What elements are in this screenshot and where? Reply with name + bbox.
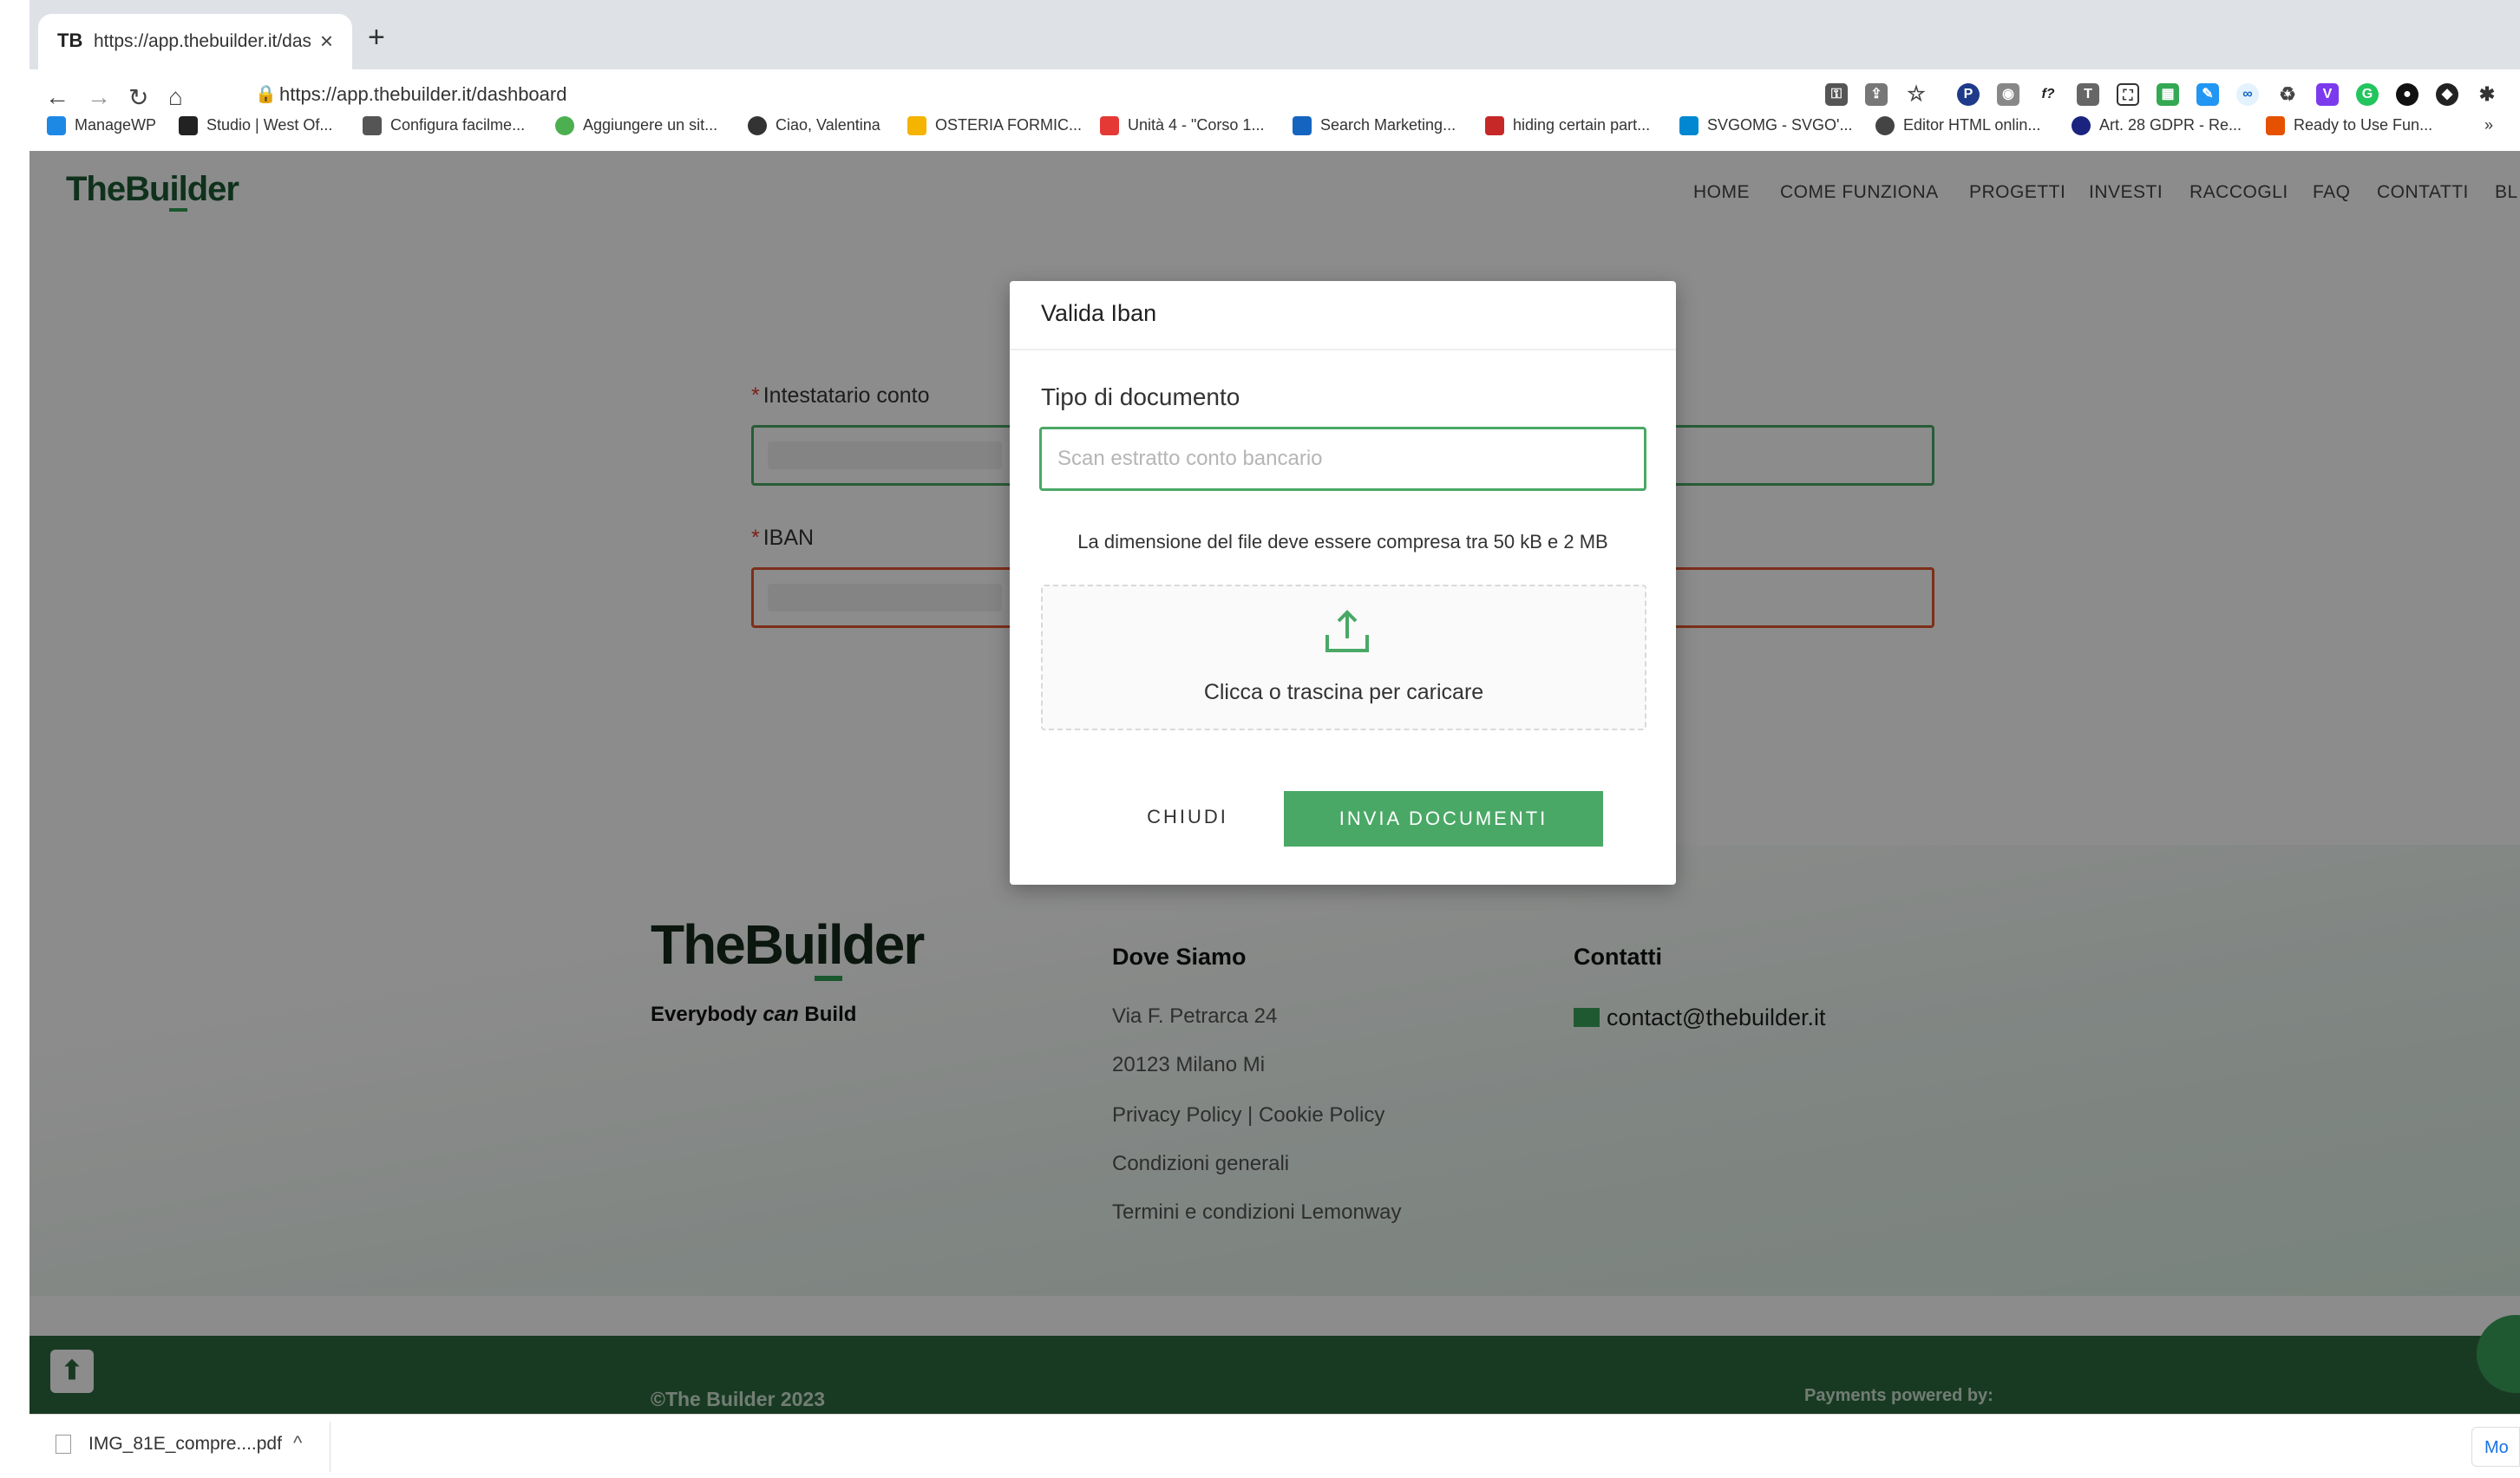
- search-marketing-icon: [1293, 116, 1312, 136]
- bookmark-svgomg[interactable]: SVGOMG - SVGO'...: [1679, 116, 1852, 136]
- file-size-hint: La dimensione del file deve essere compr…: [1077, 531, 1608, 553]
- extension-p-icon[interactable]: P: [1957, 83, 1980, 106]
- doc-type-label: Tipo di documento: [1041, 383, 1240, 410]
- pdf-file-icon: [56, 1435, 71, 1455]
- validate-iban-modal: Valida Iban Tipo di documento La dimensi…: [1010, 281, 1676, 885]
- chevron-up-icon[interactable]: ^: [293, 1432, 302, 1455]
- bookmark-managewp[interactable]: ManageWP: [47, 116, 156, 136]
- text-icon[interactable]: T: [2077, 83, 2099, 106]
- link-icon[interactable]: ∞: [2236, 83, 2259, 106]
- forward-arrow-icon[interactable]: →: [87, 83, 111, 111]
- bookmark-search-marketing[interactable]: Search Marketing...: [1293, 116, 1456, 136]
- reload-icon[interactable]: ↻: [128, 83, 148, 112]
- screenshot-icon[interactable]: ⛶: [2117, 83, 2139, 106]
- tab-title: https://app.thebuilder.it/dashb: [94, 31, 311, 51]
- bookmark-studio[interactable]: Studio | West Of...: [179, 116, 332, 136]
- address-bar[interactable]: 🔒 https://app.thebuilder.it/dashboard: [212, 83, 1947, 116]
- bookmark-aggiungere[interactable]: Aggiungere un sit...: [555, 116, 717, 136]
- back-arrow-icon[interactable]: ←: [45, 83, 69, 111]
- bookmark-hiding[interactable]: hiding certain part...: [1485, 116, 1650, 136]
- lock-icon: 🔒: [255, 85, 277, 104]
- drive-icon: [907, 116, 926, 136]
- managewp-icon: [47, 116, 66, 136]
- doc-type-input[interactable]: [1039, 427, 1646, 491]
- tab-close-icon[interactable]: ×: [320, 28, 333, 55]
- extension-diamond-icon[interactable]: ◆: [2436, 83, 2458, 106]
- upload-text: Clicca o trascina per caricare: [1203, 680, 1484, 704]
- ciao-icon: [748, 116, 767, 136]
- bookmarks-more-icon[interactable]: »: [2484, 116, 2493, 134]
- browser-window: TB https://app.thebuilder.it/dashb × + ←…: [29, 0, 2520, 1478]
- configura-icon: [363, 116, 382, 136]
- send-documents-button[interactable]: INVIA DOCUMENTI: [1284, 791, 1603, 847]
- downloads-bar: IMG_81E_compre....pdf ^ Mo: [29, 1414, 2520, 1478]
- new-tab-button[interactable]: +: [368, 21, 385, 55]
- bookmark-editor[interactable]: Editor HTML onlin...: [1875, 116, 2040, 136]
- grammarly-icon[interactable]: G: [2356, 83, 2379, 106]
- star-icon[interactable]: ☆: [1905, 83, 1928, 106]
- bookmark-gdpr[interactable]: Art. 28 GDPR - Re...: [2072, 116, 2242, 136]
- bookmark-ready[interactable]: Ready to Use Fun...: [2266, 116, 2432, 136]
- eyedropper-icon[interactable]: ✎: [2196, 83, 2219, 106]
- svgomg-icon: [1679, 116, 1699, 136]
- show-all-downloads-button[interactable]: Mo: [2471, 1427, 2520, 1467]
- gdpr-icon: [2072, 116, 2091, 136]
- studio-icon: [179, 116, 198, 136]
- extension-v-icon[interactable]: V: [2316, 83, 2339, 106]
- key-icon[interactable]: ⚿: [1825, 83, 1848, 106]
- hiding-icon: [1485, 116, 1504, 136]
- upload-icon: [1325, 610, 1369, 652]
- modal-divider: [1010, 349, 1676, 350]
- web-page: TheBuilder HOME COME FUNZIONA PROGETTI I…: [29, 151, 2520, 1414]
- browser-tab[interactable]: TB https://app.thebuilder.it/dashb ×: [38, 14, 352, 69]
- downloads-divider: [330, 1422, 331, 1472]
- bookmark-ciao[interactable]: Ciao, Valentina: [748, 116, 880, 136]
- aggiungere-icon: [555, 116, 574, 136]
- modal-title: Valida Iban: [1041, 300, 1157, 326]
- address-url: https://app.thebuilder.it/dashboard: [279, 83, 567, 105]
- editor-icon: [1875, 116, 1895, 136]
- bookmark-unita[interactable]: Unità 4 - "Corso 1...: [1100, 116, 1264, 136]
- camera-icon[interactable]: ◉: [1997, 83, 2019, 106]
- upload-dropzone[interactable]: Clicca o trascina per caricare: [1041, 585, 1646, 730]
- unita-icon: [1100, 116, 1119, 136]
- share-icon[interactable]: ⇪: [1865, 83, 1888, 106]
- tab-favicon-icon: TB: [57, 29, 83, 51]
- ready-icon: [2266, 116, 2285, 136]
- tab-strip: TB https://app.thebuilder.it/dashb × +: [29, 0, 2520, 69]
- sheets-icon[interactable]: ▦: [2157, 83, 2179, 106]
- recycle-icon[interactable]: ♻: [2276, 83, 2299, 106]
- bookmark-configura[interactable]: Configura facilme...: [363, 116, 525, 136]
- close-button[interactable]: CHIUDI: [1123, 789, 1253, 845]
- function-icon[interactable]: f?: [2037, 83, 2059, 106]
- home-icon[interactable]: ⌂: [168, 83, 183, 111]
- puzzle-icon[interactable]: ✱: [2476, 83, 2498, 106]
- extension-dark-icon[interactable]: ●: [2396, 83, 2419, 106]
- bookmark-osteria[interactable]: OSTERIA FORMIC...: [907, 116, 1082, 136]
- download-item[interactable]: IMG_81E_compre....pdf: [56, 1434, 282, 1455]
